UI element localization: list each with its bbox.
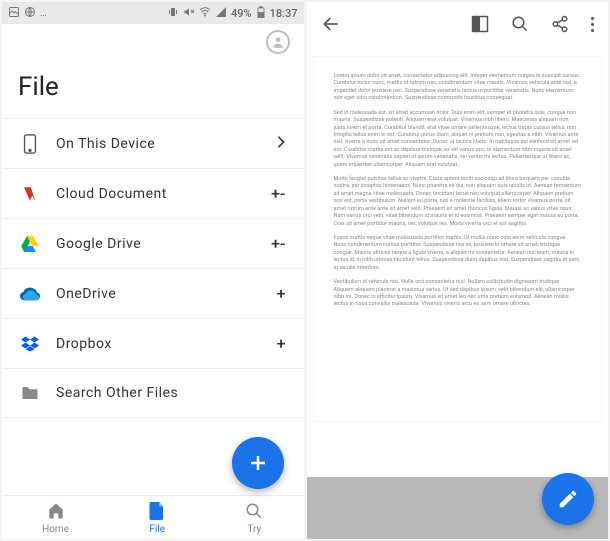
page-title: File <box>2 60 304 118</box>
wifi-icon <box>199 6 211 21</box>
header-row <box>2 24 304 60</box>
item-google-drive[interactable]: Google Drive +- <box>2 218 304 268</box>
file-icon <box>149 502 165 523</box>
viewer-toolbar <box>307 2 609 46</box>
item-trail: +- <box>271 234 285 253</box>
item-search-other-files[interactable]: Search Other Files <box>2 368 304 418</box>
battery-icon <box>256 6 266 21</box>
file-browser-pane: … 49% 18:37 File <box>2 2 304 539</box>
document-viewer-pane: Lorem ipsum dolor sit amet, consectetur … <box>307 2 609 539</box>
nav-label: Try <box>247 524 261 535</box>
add-fab[interactable] <box>232 437 284 489</box>
gallery-icon <box>8 6 20 21</box>
clock-text: 18:37 <box>270 7 298 20</box>
doc-para: Vestibulum id vehicula nisi. Nulla orci … <box>334 279 582 309</box>
battery-text: 49% <box>231 7 252 20</box>
nav-home[interactable]: Home <box>42 502 69 535</box>
nav-label: File <box>149 524 165 535</box>
item-dropbox[interactable]: Dropbox + <box>2 318 304 368</box>
back-button[interactable] <box>321 14 341 34</box>
nav-file[interactable]: File <box>149 502 165 535</box>
bottom-nav: Home File Try <box>2 495 304 539</box>
adobe-icon <box>20 185 40 203</box>
item-label: Cloud Document <box>56 186 255 202</box>
device-icon <box>20 134 40 154</box>
doc-para: Sed in malesuada est, sit amet accumsan … <box>334 110 582 169</box>
doc-para: Fusce mattis neque vitae malesuada portt… <box>334 235 582 272</box>
item-onedrive[interactable]: OneDrive + <box>2 268 304 318</box>
google-drive-icon <box>20 236 40 252</box>
more-button[interactable] <box>591 17 594 32</box>
item-cloud-document[interactable]: Cloud Document +- <box>2 168 304 218</box>
item-label: Search Other Files <box>56 385 270 401</box>
search-icon <box>245 502 263 523</box>
document-area[interactable]: Lorem ipsum dolor sit amet, consectetur … <box>307 46 609 477</box>
mute-icon <box>183 6 195 21</box>
account-avatar[interactable] <box>266 30 290 54</box>
item-label: On This Device <box>56 136 260 152</box>
item-trail: +- <box>271 184 285 203</box>
nav-try[interactable]: Try <box>245 502 263 535</box>
more-icon: … <box>40 8 47 19</box>
vibrate-icon <box>167 6 179 21</box>
item-label: Google Drive <box>56 236 255 252</box>
status-bar: … 49% 18:37 <box>2 2 304 24</box>
item-label: OneDrive <box>56 286 261 302</box>
layout-button[interactable] <box>471 15 489 33</box>
share-button[interactable] <box>551 15 569 33</box>
dropbox-icon <box>20 336 40 352</box>
edit-fab[interactable] <box>542 473 594 525</box>
signal-icon <box>215 6 227 21</box>
item-on-this-device[interactable]: On This Device <box>2 118 304 168</box>
browser-icon <box>24 6 36 21</box>
chevron-right-icon <box>276 134 286 153</box>
item-trail: + <box>277 334 286 353</box>
zoom-button[interactable] <box>511 15 529 33</box>
doc-para: Morbi feugiat pulvinar tellus ac viverra… <box>334 176 582 228</box>
doc-para: Lorem ipsum dolor sit amet, consectetur … <box>334 73 582 103</box>
item-trail: + <box>277 284 286 303</box>
nav-label: Home <box>42 524 69 535</box>
home-icon <box>47 502 65 523</box>
onedrive-icon <box>20 287 40 301</box>
item-label: Dropbox <box>56 336 261 352</box>
document-page: Lorem ipsum dolor sit amet, consectetur … <box>313 56 603 422</box>
folder-icon <box>20 385 40 401</box>
